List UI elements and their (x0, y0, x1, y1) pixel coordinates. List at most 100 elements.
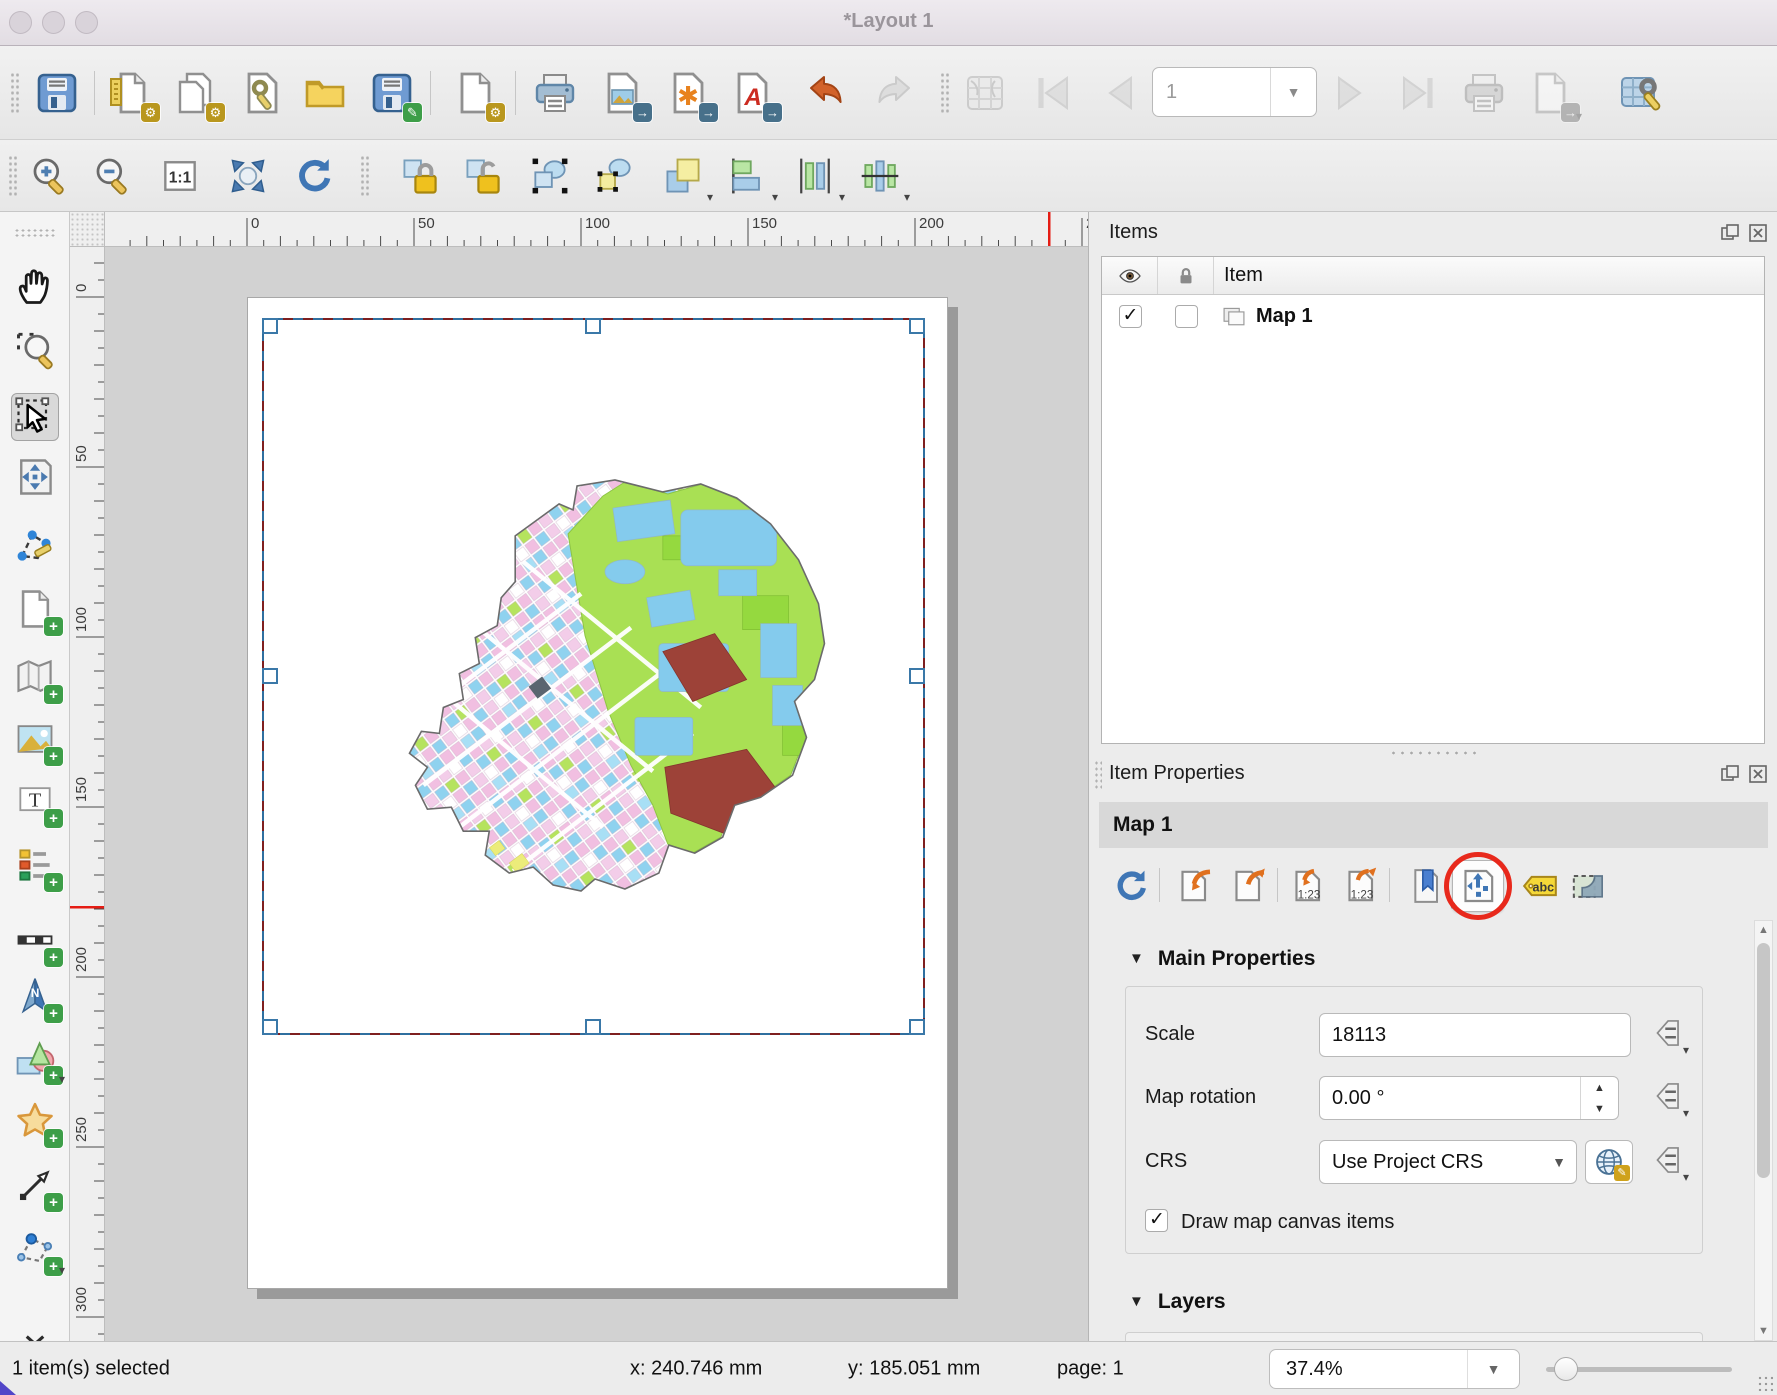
toolbar-grip[interactable] (10, 72, 19, 114)
selection-handle[interactable] (262, 1019, 278, 1035)
view-current-map-extent-in-canvas[interactable] (1227, 864, 1271, 908)
refresh-map-preview[interactable] (1110, 864, 1154, 908)
scroll-down-icon[interactable]: ▼ (1755, 1322, 1772, 1340)
set-map-extent-to-match-canvas[interactable] (1173, 864, 1217, 908)
scale-data-defined-override[interactable]: ▾ (1649, 1013, 1685, 1057)
lock-selected-items[interactable] (396, 152, 444, 200)
crs-combo[interactable]: Use Project CRS ▼ (1319, 1140, 1577, 1184)
new-layout[interactable]: ⚙ (104, 67, 156, 119)
toolbar-grip[interactable] (14, 228, 56, 237)
add-items-from-template[interactable] (299, 67, 351, 119)
interactively-edit-map-extent[interactable] (1456, 864, 1500, 908)
toolbar-grip[interactable] (940, 72, 949, 114)
crs-data-defined-override[interactable]: ▾ (1649, 1140, 1685, 1184)
preview-atlas[interactable] (959, 67, 1011, 119)
previous-feature[interactable] (1094, 67, 1146, 119)
zoom-actual-size[interactable]: 1:1 (156, 152, 204, 200)
export-atlas[interactable]: →▾ (1524, 67, 1576, 119)
ungroup-items[interactable] (591, 152, 639, 200)
rotation-data-defined-override[interactable]: ▾ (1649, 1076, 1685, 1120)
resize-grip[interactable] (1757, 1375, 1773, 1391)
layers-header[interactable]: ▼Layers (1129, 1290, 1226, 1314)
duplicate-layout[interactable]: ⚙ (169, 67, 221, 119)
zoom-slider-handle[interactable] (1554, 1357, 1578, 1381)
atlas-settings[interactable] (1615, 67, 1667, 119)
selection-handle[interactable] (262, 318, 278, 334)
distribute-selected-items[interactable]: ▾ (791, 152, 839, 200)
add-legend[interactable]: + (11, 841, 59, 889)
add-page[interactable]: + (11, 585, 59, 633)
zoom-slider[interactable] (1546, 1342, 1732, 1395)
save-project[interactable] (31, 67, 83, 119)
map-item-selection-frame[interactable] (262, 318, 925, 1035)
first-feature[interactable] (1027, 67, 1079, 119)
zoom-in[interactable] (26, 152, 74, 200)
print-layout[interactable] (529, 67, 581, 119)
atlas-page-combo[interactable]: 1▼ (1152, 67, 1317, 117)
zoom-full[interactable] (224, 152, 272, 200)
print-atlas[interactable] (1458, 67, 1510, 119)
float-panel-icon[interactable] (1719, 763, 1741, 785)
bookmarks[interactable]: ▾ (1405, 864, 1449, 908)
view-current-map-scale-in-canvas[interactable]: 1:23 (1340, 864, 1384, 908)
lock-checkbox[interactable] (1175, 305, 1198, 328)
raise-selected-items[interactable]: ▾ (659, 152, 707, 200)
select-crs-button[interactable]: ✎ (1585, 1140, 1633, 1184)
add-label[interactable]: T+ (11, 777, 59, 825)
add-marker[interactable]: + (11, 1097, 59, 1145)
group-items[interactable] (526, 152, 574, 200)
select-move-item[interactable] (11, 393, 59, 441)
draw-map-canvas-items-checkbox[interactable] (1145, 1209, 1168, 1232)
clipping-settings[interactable] (1566, 864, 1610, 908)
toolbar-grip[interactable] (8, 155, 17, 197)
selection-handle[interactable] (909, 668, 925, 684)
add-shape[interactable]: +▾ (11, 1034, 59, 1082)
selection-handle[interactable] (585, 318, 601, 334)
scrollbar-thumb[interactable] (1757, 943, 1770, 1178)
add-map[interactable]: + (11, 653, 59, 701)
move-item-content[interactable] (11, 453, 59, 501)
items-list-row-map1[interactable]: Map 1 (1102, 295, 1764, 337)
edit-nodes-item[interactable] (11, 522, 59, 570)
refresh-view[interactable] (291, 152, 339, 200)
set-map-scale-to-match-canvas[interactable]: 1:23 (1287, 864, 1331, 908)
save-as-template[interactable]: ✎ (366, 67, 418, 119)
selection-handle[interactable] (909, 1019, 925, 1035)
panel-splitter[interactable] (1389, 749, 1479, 757)
properties-scrollbar[interactable]: ▲ ▼ (1754, 920, 1773, 1341)
add-pages[interactable]: ⚙ (449, 67, 501, 119)
align-selected-items[interactable]: ▾ (724, 152, 772, 200)
last-feature[interactable] (1392, 67, 1444, 119)
scale-input[interactable]: 18113 (1319, 1013, 1631, 1057)
export-as-svg[interactable]: ✱→ (662, 67, 714, 119)
scroll-up-icon[interactable]: ▲ (1755, 921, 1772, 939)
export-as-pdf[interactable]: A→ (726, 67, 778, 119)
resize-selected-items[interactable]: ▾ (856, 152, 904, 200)
float-panel-icon[interactable] (1719, 222, 1741, 244)
add-picture[interactable]: + (11, 715, 59, 763)
selection-handle[interactable] (585, 1019, 601, 1035)
map-rotation-input[interactable]: 0.00 ° ▲▼ (1319, 1076, 1619, 1120)
selection-handle[interactable] (262, 668, 278, 684)
add-north-arrow[interactable]: N+ (11, 972, 59, 1020)
next-feature[interactable] (1324, 67, 1376, 119)
pan-layout[interactable] (11, 262, 59, 310)
export-as-image[interactable]: → (596, 67, 648, 119)
toolbar-grip[interactable] (360, 155, 369, 197)
redo[interactable] (869, 67, 921, 119)
add-arrow[interactable]: + (11, 1161, 59, 1209)
selection-handle[interactable] (909, 318, 925, 334)
undo[interactable] (799, 67, 851, 119)
visibility-checkbox[interactable] (1119, 305, 1142, 328)
add-scalebar[interactable]: + (11, 916, 59, 964)
main-properties-header[interactable]: ▼Main Properties (1129, 947, 1315, 971)
zoom-tool[interactable] (11, 325, 59, 373)
add-node-item[interactable]: +▾ (11, 1225, 59, 1273)
unlock-all-items[interactable] (459, 152, 507, 200)
zoom-level-combo[interactable]: 37.4% ▼ (1269, 1349, 1520, 1389)
labeling-settings[interactable]: abc (1518, 864, 1562, 908)
close-panel-icon[interactable] (1747, 763, 1769, 785)
zoom-out[interactable] (89, 152, 137, 200)
close-panel-icon[interactable] (1747, 222, 1769, 244)
spinner-buttons[interactable]: ▲▼ (1580, 1077, 1618, 1119)
